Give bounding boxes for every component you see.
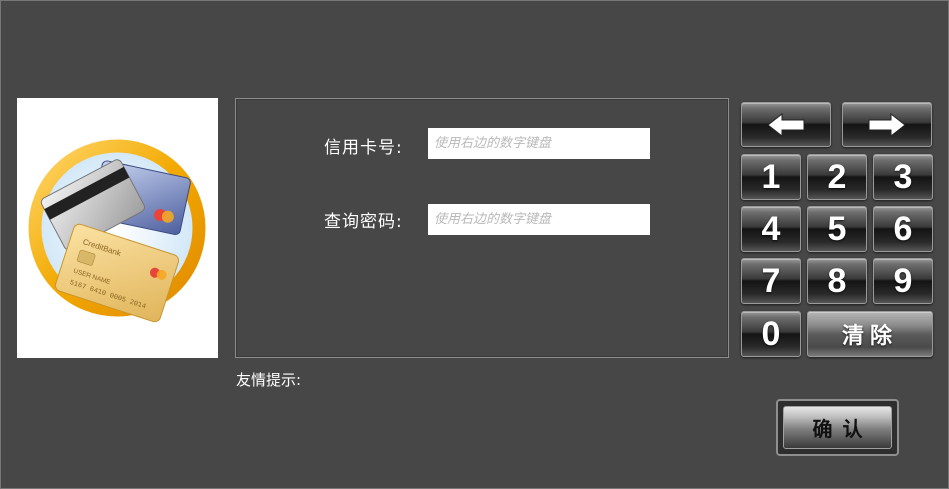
- key-9[interactable]: 9: [873, 258, 933, 304]
- key-7[interactable]: 7: [741, 258, 801, 304]
- arrow-left-icon: [767, 112, 805, 137]
- key-1[interactable]: 1: [741, 154, 801, 200]
- clear-button[interactable]: 清除: [807, 311, 933, 357]
- password-label: 查询密码:: [324, 212, 403, 232]
- hint-label: 友情提示:: [236, 371, 302, 389]
- key-8[interactable]: 8: [807, 258, 867, 304]
- backspace-button[interactable]: [741, 102, 831, 147]
- key-6[interactable]: 6: [873, 206, 933, 252]
- key-5[interactable]: 5: [807, 206, 867, 252]
- key-2[interactable]: 2: [807, 154, 867, 200]
- arrow-right-icon: [868, 112, 906, 137]
- confirm-button-frame: 确认: [776, 399, 899, 456]
- key-0[interactable]: 0: [741, 311, 801, 357]
- card-number-field[interactable]: [428, 128, 650, 159]
- atm-screen: CreditBank USER NAME 5167 6410 0005 2014…: [0, 0, 949, 489]
- credit-card-image: CreditBank USER NAME 5167 6410 0005 2014: [17, 98, 218, 358]
- key-4[interactable]: 4: [741, 206, 801, 252]
- forward-button[interactable]: [842, 102, 932, 147]
- credit-cards-illustration: CreditBank USER NAME 5167 6410 0005 2014: [28, 139, 206, 323]
- confirm-button[interactable]: 确认: [783, 406, 892, 449]
- password-field[interactable]: [428, 204, 650, 235]
- card-number-label: 信用卡号:: [324, 138, 403, 158]
- key-3[interactable]: 3: [873, 154, 933, 200]
- login-form-panel: 信用卡号: 查询密码:: [235, 98, 729, 358]
